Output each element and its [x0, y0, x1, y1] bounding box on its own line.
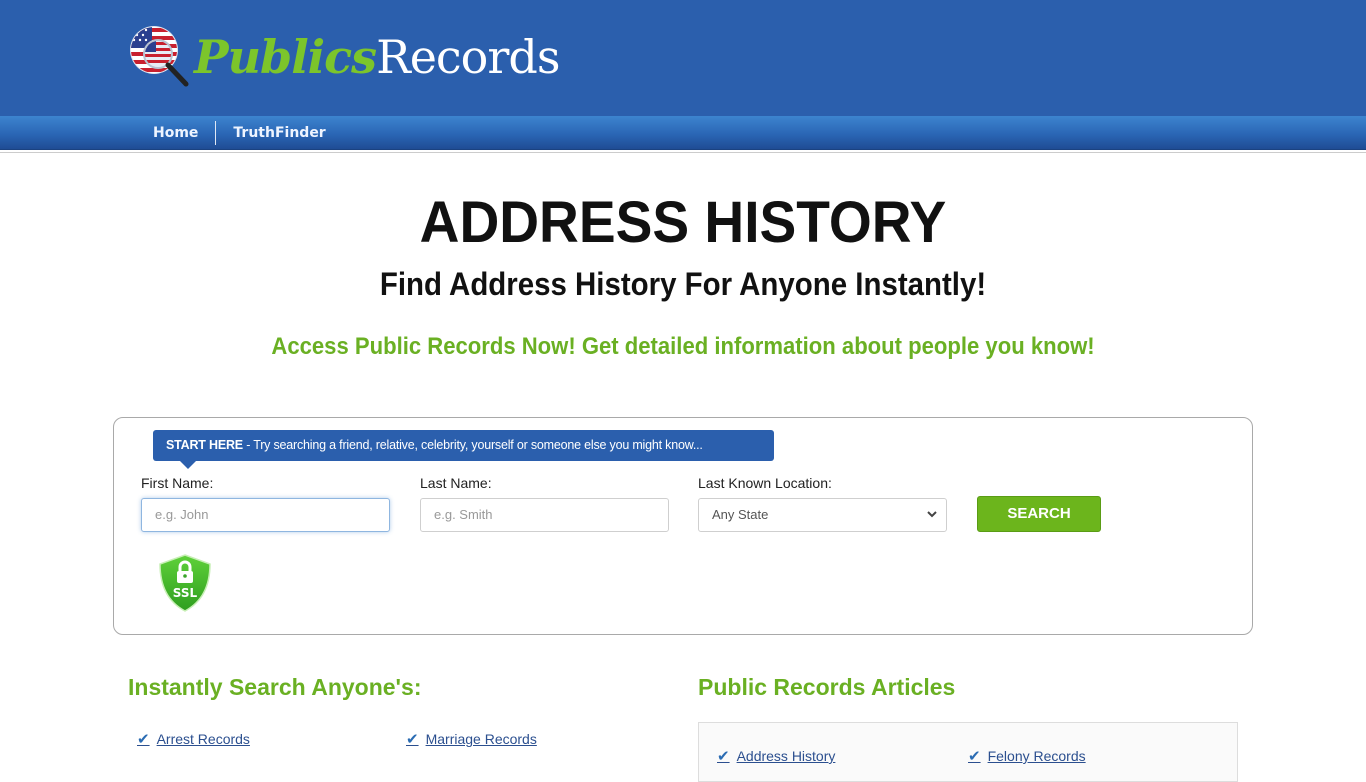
logo-records: Records [376, 30, 560, 84]
first-name-input[interactable]: e.g. John [141, 498, 390, 532]
location-select[interactable]: Any State [698, 498, 947, 532]
tip-text: - Try searching a friend, relative, cele… [242, 438, 703, 452]
nav-truthfinder[interactable]: TruthFinder [216, 125, 342, 141]
page-tagline: Access Public Records Now! Get detailed … [271, 333, 1095, 360]
logo-publics: Publics [194, 30, 377, 84]
instant-search-title: Instantly Search Anyone's: [128, 674, 422, 700]
logo-wordmark: PublicsRecords [194, 34, 560, 80]
checkmark-icon: ✔ [717, 748, 730, 765]
location-selected: Any State [712, 507, 769, 522]
link-arrest-records[interactable]: Arrest Records [157, 731, 250, 747]
last-name-input[interactable]: e.g. Smith [420, 498, 669, 532]
link-address-history[interactable]: Address History [737, 748, 836, 764]
first-name-label: First Name: [141, 475, 214, 491]
main-nav: Home TruthFinder [0, 116, 1366, 150]
hero: ADDRESS HISTORY Find Address History For… [0, 189, 1366, 361]
checkmark-icon: ✔ [968, 748, 981, 765]
chevron-down-icon [927, 511, 937, 518]
list-item[interactable]: ✔ Felony Records [968, 747, 1086, 765]
search-button[interactable]: SEARCH [977, 496, 1101, 532]
list-item[interactable]: ✔ Marriage Records [406, 730, 537, 748]
checkmark-icon: ✔ [406, 731, 419, 748]
tip-strong: START HERE [166, 438, 243, 452]
flag-magnifier-icon [130, 26, 189, 87]
site-header: PublicsRecords [0, 0, 1366, 116]
site-logo[interactable]: PublicsRecords [128, 24, 560, 90]
nav-home[interactable]: Home [136, 125, 215, 141]
page-title: ADDRESS HISTORY [419, 190, 947, 255]
start-here-tip: START HERE - Try searching a friend, rel… [153, 430, 774, 469]
link-marriage-records[interactable]: Marriage Records [426, 731, 537, 747]
tip-arrow [180, 461, 196, 469]
link-felony-records[interactable]: Felony Records [988, 748, 1086, 764]
list-item[interactable]: ✔ Address History [717, 747, 835, 765]
last-name-label: Last Name: [420, 475, 492, 491]
list-item[interactable]: ✔ Arrest Records [137, 730, 250, 748]
ssl-shield-icon: SSL [159, 554, 211, 612]
nav-divider [0, 150, 1366, 153]
search-form: START HERE - Try searching a friend, rel… [113, 417, 1253, 635]
articles-title: Public Records Articles [698, 674, 956, 700]
location-label: Last Known Location: [698, 475, 832, 491]
page-subtitle: Find Address History For Anyone Instantl… [379, 266, 987, 302]
checkmark-icon: ✔ [137, 731, 150, 748]
ssl-label: SSL [173, 586, 198, 600]
